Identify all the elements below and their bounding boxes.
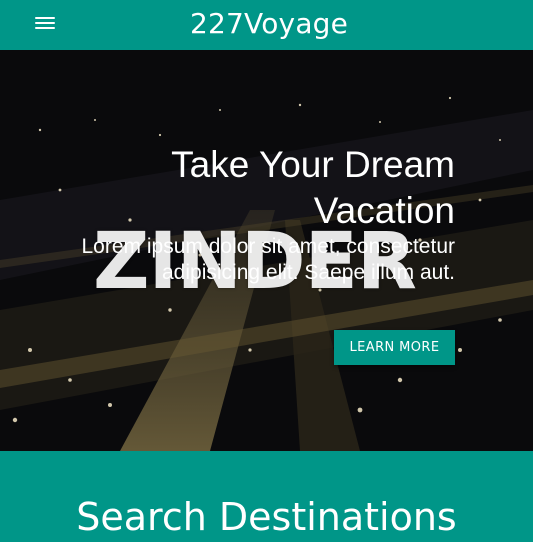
brand-logo-text[interactable]: 227Voyage [190, 6, 348, 42]
hero-subtitle: Lorem ipsum dolor sit amet, consectetur … [81, 235, 456, 284]
search-section-title: Search Destinations [76, 495, 457, 539]
search-destinations-section: Search Destinations [0, 451, 533, 542]
learn-more-button[interactable]: LEARN MORE [334, 330, 455, 365]
hamburger-menu-icon[interactable] [35, 16, 55, 32]
hero-copy: Take Your Dream Vacation Lorem ipsum dol… [35, 142, 456, 286]
hero-title: Take Your Dream Vacation [171, 144, 455, 231]
top-navbar: 227Voyage [0, 0, 533, 50]
hero-banner: ZINDER Take Your Dream Vacation Lorem ip… [0, 50, 533, 451]
